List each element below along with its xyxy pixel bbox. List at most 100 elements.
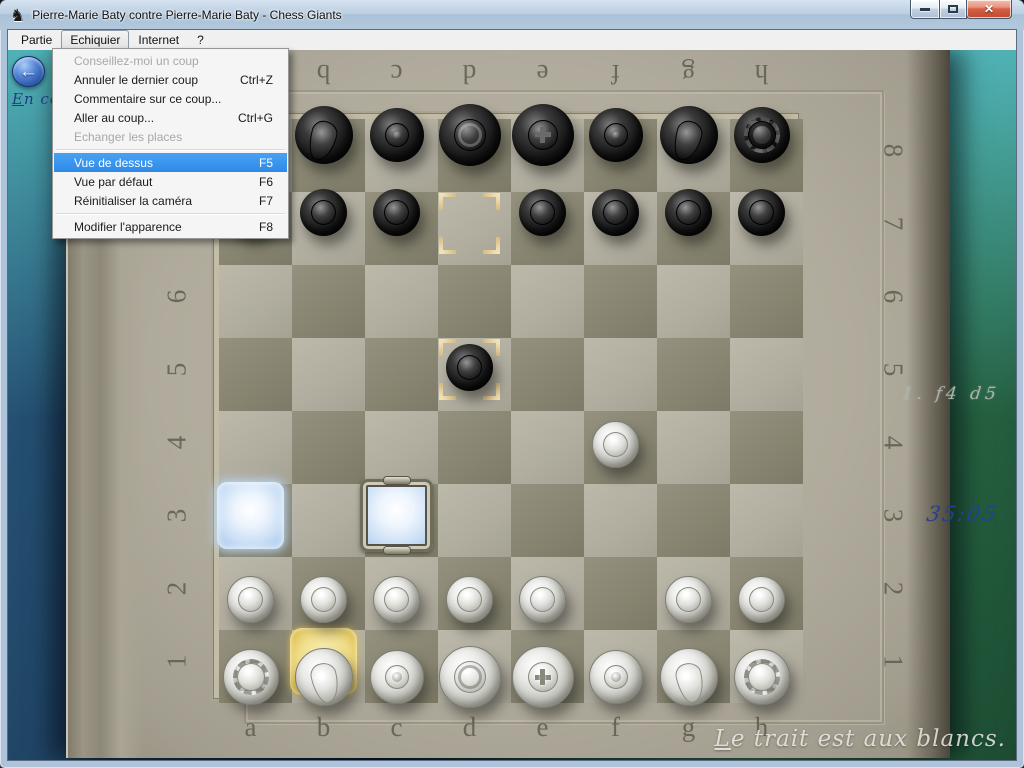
titlebar[interactable]: ♞ Pierre-Marie Baty contre Pierre-Marie …	[0, 0, 1024, 30]
menu-item-shortcut: F8	[259, 220, 273, 234]
rank-label-left-2: 2	[141, 572, 214, 606]
square-b5[interactable]	[292, 338, 365, 411]
close-button[interactable]: ✕	[966, 0, 1012, 19]
piece-black-pawn-d5[interactable]	[446, 344, 493, 391]
rank-label-left-1: 1	[141, 645, 214, 679]
square-b3[interactable]	[292, 484, 365, 557]
square-e3[interactable]	[511, 484, 584, 557]
piece-white-pawn-f4[interactable]	[592, 421, 639, 468]
square-a4[interactable]	[219, 411, 292, 484]
piece-white-bishop-f1[interactable]	[589, 650, 643, 704]
square-b6[interactable]	[292, 265, 365, 338]
piece-white-pawn-g2[interactable]	[665, 576, 712, 623]
piece-white-knight-g1[interactable]	[660, 648, 718, 706]
menubar-item-internet[interactable]: Internet	[129, 30, 188, 50]
square-a6[interactable]	[219, 265, 292, 338]
square-h6[interactable]	[730, 265, 803, 338]
piece-black-queen-d8[interactable]	[439, 104, 501, 166]
piece-white-king-e1[interactable]	[512, 646, 574, 708]
square-a5[interactable]	[219, 338, 292, 411]
piece-black-pawn-h7[interactable]	[738, 189, 785, 236]
piece-black-knight-g8[interactable]	[660, 106, 718, 164]
piece-head	[238, 587, 263, 612]
app-window: ♞ Pierre-Marie Baty contre Pierre-Marie …	[0, 0, 1024, 768]
menu-item[interactable]: Réinitialiser la caméraF7	[54, 191, 287, 210]
gold-corner-icon	[439, 193, 456, 210]
menu-item[interactable]: Commentaire sur ce coup...	[54, 89, 287, 108]
square-e5[interactable]	[511, 338, 584, 411]
gold-corner-icon	[439, 383, 456, 400]
rank-label-right-4: 4	[857, 426, 930, 460]
piece-white-pawn-b2[interactable]	[300, 576, 347, 623]
menu-item-label: Vue de dessus	[74, 156, 153, 170]
square-f6[interactable]	[584, 265, 657, 338]
square-c6[interactable]	[365, 265, 438, 338]
square-e6[interactable]	[511, 265, 584, 338]
square-d6[interactable]	[438, 265, 511, 338]
square-h5[interactable]	[730, 338, 803, 411]
piece-black-pawn-g7[interactable]	[665, 189, 712, 236]
menu-item[interactable]: Echanger les places	[54, 127, 287, 146]
move-target-c3[interactable]	[360, 479, 433, 552]
piece-white-bishop-c1[interactable]	[370, 650, 424, 704]
menu-item-shortcut: F7	[259, 194, 273, 208]
square-g5[interactable]	[657, 338, 730, 411]
minimize-button[interactable]	[910, 0, 940, 19]
minimize-icon	[920, 8, 930, 11]
square-c4[interactable]	[365, 411, 438, 484]
square-h4[interactable]	[730, 411, 803, 484]
square-d4[interactable]	[438, 411, 511, 484]
menu-item[interactable]: Conseillez-moi un coup	[54, 51, 287, 70]
piece-white-pawn-e2[interactable]	[519, 576, 566, 623]
file-label-bottom-a: a	[214, 712, 287, 743]
square-g4[interactable]	[657, 411, 730, 484]
square-b4[interactable]	[292, 411, 365, 484]
file-label-top-d: d	[433, 58, 506, 89]
turn-message: Le trait est aux blancs.	[715, 726, 1006, 752]
back-button[interactable]: ←	[12, 56, 45, 87]
piece-black-bishop-f8[interactable]	[589, 108, 643, 162]
piece-white-pawn-c2[interactable]	[373, 576, 420, 623]
maximize-button[interactable]	[939, 0, 967, 19]
piece-white-rook-a1[interactable]	[223, 649, 279, 705]
menubar-item-partie[interactable]: Partie	[12, 30, 61, 50]
menu-item[interactable]: Vue de dessusF5	[54, 153, 287, 172]
rank-label-right-2: 2	[857, 572, 930, 606]
square-g6[interactable]	[657, 265, 730, 338]
piece-black-bishop-c8[interactable]	[370, 108, 424, 162]
square-c5[interactable]	[365, 338, 438, 411]
piece-white-pawn-d2[interactable]	[446, 576, 493, 623]
square-h3[interactable]	[730, 484, 803, 557]
menubar-item-echiquier[interactable]: Echiquier	[61, 30, 129, 50]
square-f2[interactable]	[584, 557, 657, 630]
menu-item[interactable]: Vue par défautF6	[54, 172, 287, 191]
piece-black-pawn-c7[interactable]	[373, 189, 420, 236]
piece-black-king-e8[interactable]	[512, 104, 574, 166]
square-f3[interactable]	[584, 484, 657, 557]
piece-white-queen-d1[interactable]	[439, 646, 501, 708]
menu-item[interactable]: Annuler le dernier coupCtrl+Z	[54, 70, 287, 89]
piece-white-pawn-a2[interactable]	[227, 576, 274, 623]
square-g3[interactable]	[657, 484, 730, 557]
piece-black-pawn-b7[interactable]	[300, 189, 347, 236]
piece-head	[385, 123, 409, 147]
piece-white-rook-h1[interactable]	[734, 649, 790, 705]
menu-item[interactable]: Aller au coup...Ctrl+G	[54, 108, 287, 127]
square-d3[interactable]	[438, 484, 511, 557]
square-e4[interactable]	[511, 411, 584, 484]
piece-white-knight-b1[interactable]	[295, 648, 353, 706]
piece-black-pawn-f7[interactable]	[592, 189, 639, 236]
echiquier-menu: Conseillez-moi un coupAnnuler le dernier…	[52, 48, 289, 239]
piece-black-pawn-e7[interactable]	[519, 189, 566, 236]
piece-head	[749, 200, 774, 225]
window-content: PartieEchiquierInternet? ← En cou 1. f4 …	[8, 30, 1016, 760]
file-label-top-e: e	[506, 58, 579, 89]
square-f5[interactable]	[584, 338, 657, 411]
piece-black-knight-b8[interactable]	[295, 106, 353, 164]
menu-item[interactable]: Modifier l'apparenceF8	[54, 217, 287, 236]
piece-white-pawn-h2[interactable]	[738, 576, 785, 623]
piece-black-rook-h8[interactable]	[734, 107, 790, 163]
piece-head	[528, 120, 558, 150]
menubar-item-?[interactable]: ?	[188, 30, 213, 50]
move-target-a3[interactable]	[217, 482, 284, 549]
